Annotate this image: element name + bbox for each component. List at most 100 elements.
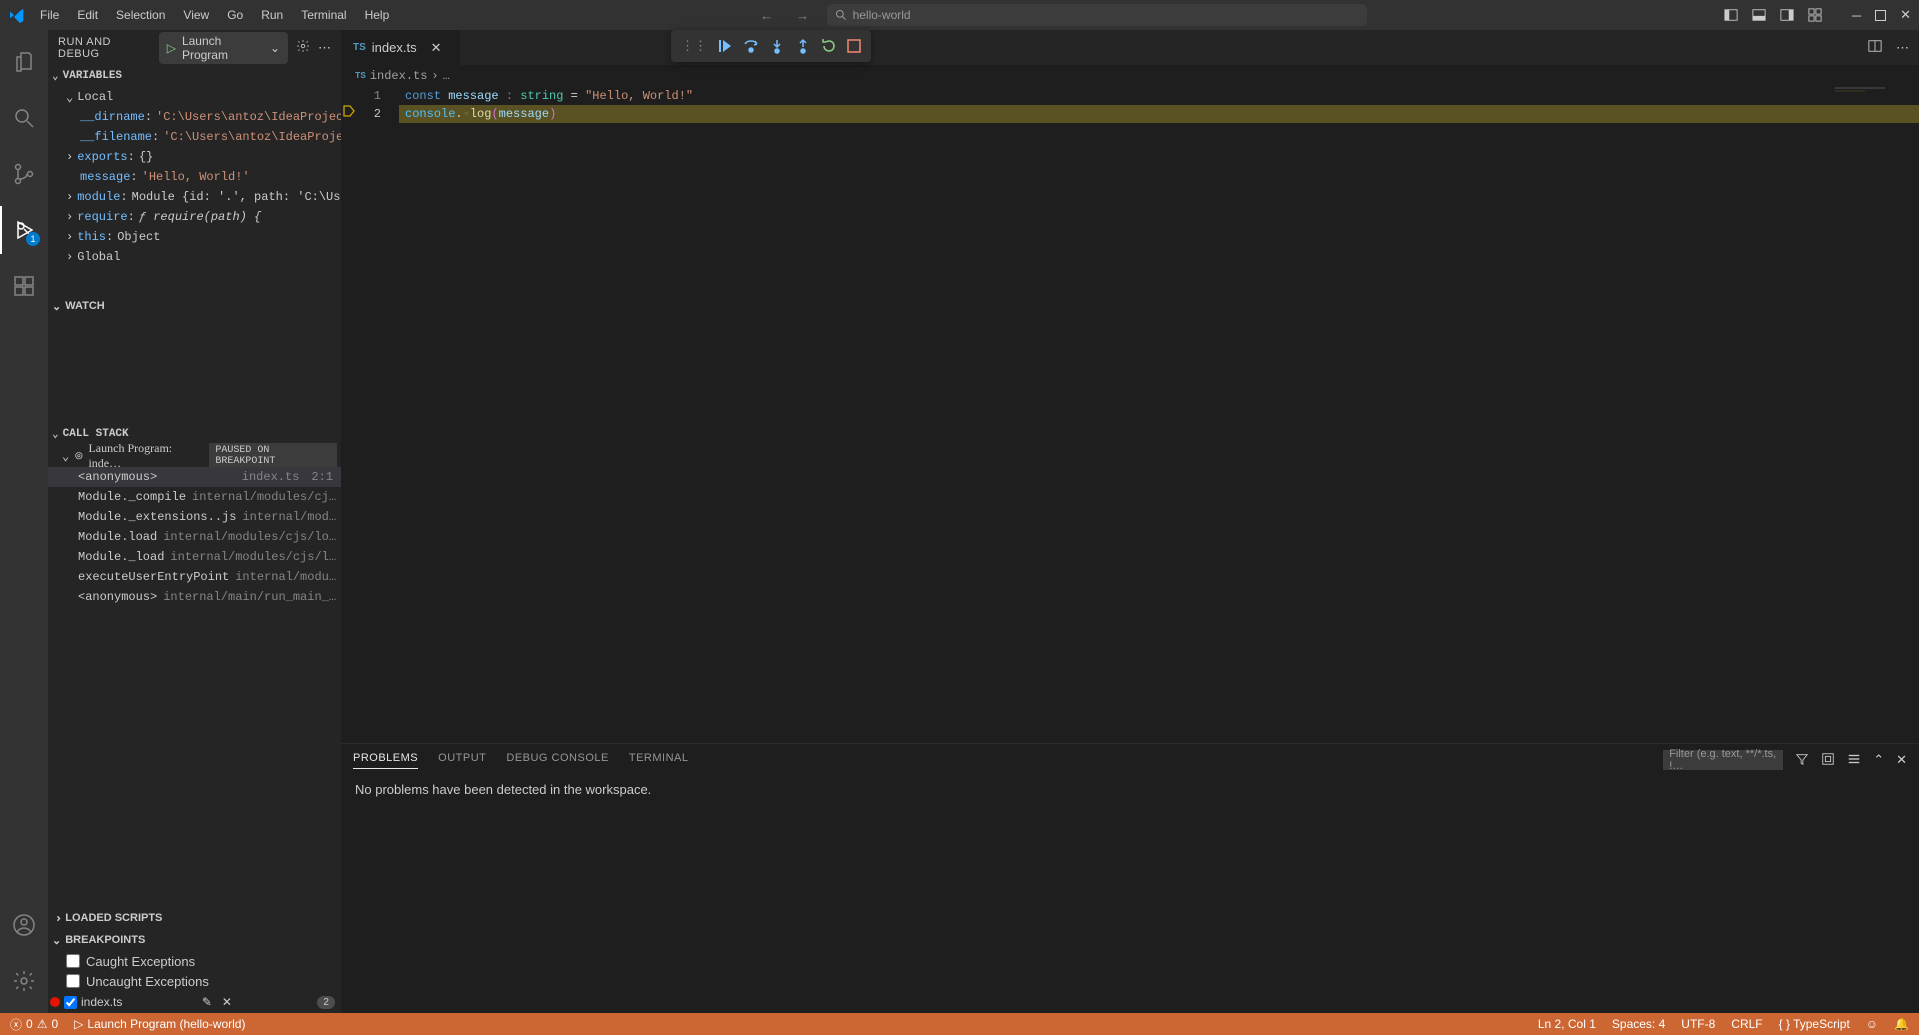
launch-config-selector[interactable]: ▷ Launch Program ⌄ — [159, 32, 288, 64]
variables-scope-local[interactable]: ⌄Local — [48, 87, 341, 107]
layout-sidebar-left-icon[interactable] — [1724, 8, 1738, 22]
window-minimize-icon[interactable]: ─ — [1852, 8, 1861, 23]
layout-sidebar-right-icon[interactable] — [1780, 8, 1794, 22]
continue-button[interactable] — [717, 38, 733, 54]
gear-icon[interactable] — [296, 39, 310, 56]
menu-file[interactable]: File — [32, 4, 67, 26]
status-encoding[interactable]: UTF-8 — [1681, 1017, 1715, 1031]
code-editor[interactable]: 1 2 const message : string = "Hello, Wor… — [341, 87, 1919, 743]
watch-section-header[interactable]: ⌄WATCH — [48, 295, 341, 317]
menu-selection[interactable]: Selection — [108, 4, 173, 26]
status-bell-icon[interactable]: 🔔 — [1894, 1017, 1909, 1031]
edit-icon[interactable]: ✎ — [202, 995, 212, 1009]
checkbox[interactable] — [66, 974, 80, 988]
checkbox[interactable] — [66, 954, 80, 968]
step-out-button[interactable] — [795, 38, 811, 54]
stop-button[interactable] — [847, 39, 861, 53]
variable-row[interactable]: ›this: Object — [48, 227, 341, 247]
more-icon[interactable]: ⋯ — [1896, 40, 1909, 56]
breadcrumb[interactable]: TS index.ts › … — [341, 65, 1919, 87]
line-number[interactable]: 2 — [359, 105, 381, 123]
activity-extensions[interactable] — [0, 262, 48, 310]
breakpoints-section-header[interactable]: ⌄BREAKPOINTS — [48, 929, 341, 951]
collapse-icon[interactable] — [1821, 752, 1835, 769]
variable-row[interactable]: ›module: Module {id: '.', path: 'C:\User… — [48, 187, 341, 207]
activity-accounts[interactable] — [0, 901, 48, 949]
stack-frame[interactable]: Module._loadinternal/modules/cjs/loader — [48, 547, 341, 567]
activity-explorer[interactable] — [0, 38, 48, 86]
layout-panel-icon[interactable] — [1752, 8, 1766, 22]
grip-icon[interactable]: ⋮⋮ — [681, 38, 707, 54]
variable-row[interactable]: ›require: ƒ require(path) { — [48, 207, 341, 227]
step-into-button[interactable] — [769, 38, 785, 54]
panel-tab-terminal[interactable]: TERMINAL — [629, 752, 689, 768]
status-language[interactable]: { } TypeScript — [1779, 1017, 1850, 1031]
stack-frame[interactable]: Module._extensions..jsinternal/module… — [48, 507, 341, 527]
line-number[interactable]: 1 — [359, 87, 381, 105]
stack-frame[interactable]: <anonymous>index.ts2:1 — [48, 467, 341, 487]
activity-source-control[interactable] — [0, 150, 48, 198]
command-center-search[interactable]: hello-world — [827, 4, 1367, 26]
close-panel-icon[interactable]: ✕ — [1896, 752, 1907, 768]
menu-terminal[interactable]: Terminal — [293, 4, 354, 26]
status-indentation[interactable]: Spaces: 4 — [1612, 1017, 1665, 1031]
step-over-button[interactable] — [743, 38, 759, 54]
breakpoint-uncaught-exceptions[interactable]: Uncaught Exceptions — [48, 971, 341, 991]
checkbox[interactable] — [64, 996, 77, 1009]
problems-filter-input[interactable]: Filter (e.g. text, **/*.ts, !… — [1663, 750, 1783, 770]
status-cursor-position[interactable]: Ln 2, Col 1 — [1538, 1017, 1596, 1031]
stack-frame[interactable]: executeUserEntryPointinternal/modules… — [48, 567, 341, 587]
variables-scope-global[interactable]: ›Global — [48, 247, 341, 267]
menu-edit[interactable]: Edit — [69, 4, 106, 26]
run-debug-title: RUN AND DEBUG — [58, 36, 151, 60]
menu-run[interactable]: Run — [253, 4, 291, 26]
window-close-icon[interactable]: ✕ — [1900, 7, 1911, 23]
menu-go[interactable]: Go — [219, 4, 251, 26]
menu-help[interactable]: Help — [357, 4, 398, 26]
nav-forward-icon[interactable]: → — [791, 8, 815, 23]
panel-tab-problems[interactable]: PROBLEMS — [353, 752, 418, 769]
status-feedback-icon[interactable]: ☺ — [1866, 1017, 1878, 1031]
editor-tab-index-ts[interactable]: TS index.ts ✕ — [341, 30, 461, 65]
nav-back-icon[interactable]: ← — [755, 8, 779, 23]
stack-frame[interactable]: Module._compileinternal/modules/cjs/loa… — [48, 487, 341, 507]
menu-view[interactable]: View — [175, 4, 217, 26]
activity-settings[interactable] — [0, 957, 48, 1005]
breakpoint-file-row[interactable]: index.ts ✎ ✕ 2 — [48, 991, 341, 1013]
loaded-scripts-section-header[interactable]: ⌄LOADED SCRIPTS — [48, 907, 341, 929]
split-editor-icon[interactable] — [1868, 39, 1882, 56]
list-view-icon[interactable] — [1847, 752, 1861, 769]
stack-frame[interactable]: Module.loadinternal/modules/cjs/loader — [48, 527, 341, 547]
filter-icon[interactable] — [1795, 752, 1809, 769]
error-icon: ⓧ — [10, 1016, 22, 1033]
activity-search[interactable] — [0, 94, 48, 142]
chevron-right-icon: › — [66, 210, 73, 224]
activity-run-debug[interactable]: 1 — [0, 206, 48, 254]
status-errors[interactable]: ⓧ0⚠0 — [10, 1016, 58, 1033]
more-icon[interactable]: ⋯ — [318, 40, 331, 56]
panel-tab-output[interactable]: OUTPUT — [438, 752, 486, 768]
code-line[interactable]: console.◦log(message) — [399, 105, 1919, 123]
panel-tab-debug-console[interactable]: DEBUG CONSOLE — [506, 752, 608, 768]
customize-layout-icon[interactable] — [1808, 8, 1822, 22]
variable-row[interactable]: __filename: 'C:\Users\antoz\IdeaProject… — [48, 127, 341, 147]
code-line[interactable]: const message : string = "Hello, World!" — [399, 87, 1919, 105]
variable-row[interactable]: __dirname: 'C:\Users\antoz\IdeaProjects… — [48, 107, 341, 127]
stack-frame[interactable]: <anonymous>internal/main/run_main_mod… — [48, 587, 341, 607]
callstack-session[interactable]: ⌄ ⌾ Launch Program: inde… PAUSED ON BREA… — [48, 445, 341, 467]
variables-section-header[interactable]: ⌄VARIABLES — [48, 65, 341, 87]
variable-row[interactable]: message: 'Hello, World!' — [48, 167, 341, 187]
status-debug-session[interactable]: ▷Launch Program (hello-world) — [74, 1017, 245, 1031]
window-maximize-icon[interactable] — [1875, 10, 1886, 21]
breakpoint-current-icon[interactable] — [343, 105, 355, 121]
chevron-right-icon: › — [66, 230, 73, 244]
close-icon[interactable]: ✕ — [431, 40, 442, 56]
debug-toolbar[interactable]: ⋮⋮ — [671, 30, 871, 62]
status-eol[interactable]: CRLF — [1731, 1017, 1762, 1031]
close-icon[interactable]: ✕ — [222, 995, 232, 1009]
variable-row[interactable]: ›exports: {} — [48, 147, 341, 167]
restart-button[interactable] — [821, 38, 837, 54]
maximize-panel-icon[interactable]: ⌃ — [1873, 752, 1884, 768]
minimap[interactable] — [1829, 87, 1919, 107]
breakpoint-caught-exceptions[interactable]: Caught Exceptions — [48, 951, 341, 971]
